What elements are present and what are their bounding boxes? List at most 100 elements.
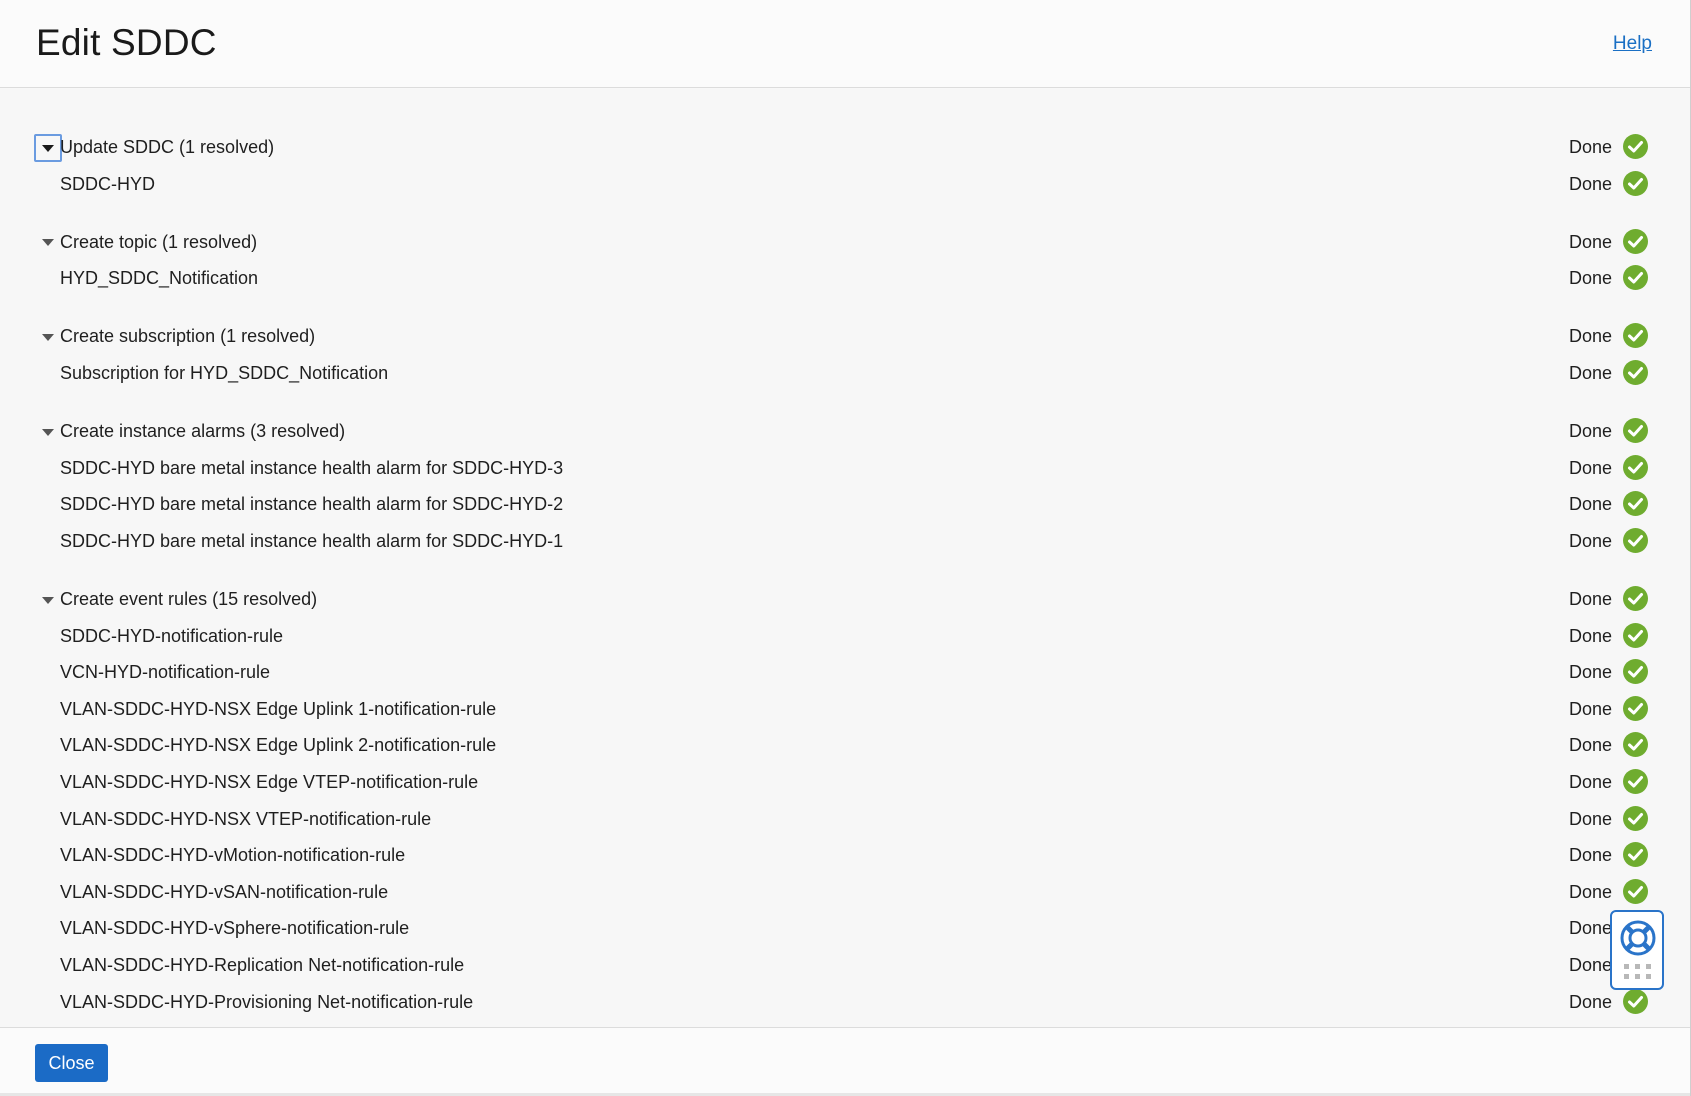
edit-sddc-dialog: Edit SDDC Help Update SDDC (1 resolved) D… bbox=[0, 0, 1691, 1096]
drag-grip-icon[interactable] bbox=[1624, 964, 1652, 980]
check-circle-icon bbox=[1623, 769, 1648, 794]
group-label: Create event rules (15 resolved) bbox=[60, 589, 318, 609]
status-text: Done bbox=[1568, 363, 1612, 383]
resource-label: VLAN-SDDC-HYD-NSX Edge Uplink 2-notifica… bbox=[60, 735, 497, 756]
resource-label: SDDC-HYD bare metal instance health alar… bbox=[60, 530, 564, 551]
resource-row: VCN-HYD-notification-rule Done bbox=[0, 654, 1690, 690]
status-text: Done bbox=[1568, 918, 1612, 939]
dialog-title: Edit SDDC bbox=[36, 22, 217, 63]
resource-row: VLAN-SDDC-HYD-NSX Edge Uplink 1-notifica… bbox=[0, 691, 1690, 727]
check-circle-icon bbox=[1623, 265, 1648, 291]
status-text: Done bbox=[1568, 589, 1612, 609]
resource-row: VLAN-SDDC-HYD-vSAN-notification-rule Done bbox=[0, 874, 1690, 910]
caret-down-icon bbox=[42, 428, 54, 436]
check-circle-icon bbox=[1623, 418, 1648, 444]
lifebuoy-icon bbox=[1620, 920, 1656, 956]
collapse-toggle[interactable] bbox=[34, 323, 62, 351]
group-label: Update SDDC (1 resolved) bbox=[60, 137, 275, 157]
caret-down-icon bbox=[42, 333, 54, 341]
status-text: Done bbox=[1568, 698, 1612, 719]
check-circle-icon bbox=[1623, 988, 1648, 1014]
status-text: Done bbox=[1568, 735, 1612, 756]
status-text: Done bbox=[1568, 494, 1612, 515]
group-label: Create instance alarms (3 resolved) bbox=[60, 421, 346, 442]
check-circle-icon bbox=[1623, 659, 1648, 685]
resource-label: SDDC-HYD bbox=[60, 173, 156, 194]
status-text: Done bbox=[1568, 421, 1612, 442]
resource-label: VLAN-SDDC-HYD-NSX Edge Uplink 1-notifica… bbox=[60, 698, 497, 719]
resource-row: VLAN-SDDC-HYD-vSphere-notification-rule D… bbox=[0, 910, 1690, 946]
status-text: Done bbox=[1568, 173, 1612, 194]
resource-label: VLAN-SDDC-HYD-vSphere-notification-rule bbox=[60, 918, 410, 939]
resource-row: VLAN-SDDC-HYD-Replication Net-notificati… bbox=[0, 947, 1690, 983]
resource-label: SDDC-HYD bare metal instance health alar… bbox=[60, 457, 564, 478]
check-circle-icon bbox=[1623, 732, 1648, 758]
dialog-header: Edit SDDC Help bbox=[0, 0, 1690, 88]
resource-label: VLAN-SDDC-HYD-vSAN-notification-rule bbox=[60, 881, 389, 902]
collapse-toggle[interactable] bbox=[34, 418, 62, 446]
group-header-row: Create topic (1 resolved) Done bbox=[0, 224, 1690, 260]
status-text: Done bbox=[1568, 881, 1612, 902]
collapse-toggle[interactable] bbox=[34, 229, 62, 257]
help-link[interactable]: Help bbox=[1613, 33, 1652, 55]
resource-label: VLAN-SDDC-HYD-Provisioning Net-notificat… bbox=[60, 991, 474, 1012]
status-text: Done bbox=[1568, 955, 1612, 975]
resource-label: SDDC-HYD-notification-rule bbox=[60, 625, 284, 646]
resource-row: VLAN-SDDC-HYD-vMotion-notification-rule D… bbox=[0, 837, 1690, 873]
caret-down-icon bbox=[42, 239, 54, 247]
resource-label: HYD_SDDC_Notification bbox=[60, 268, 259, 289]
dialog-body[interactable]: Update SDDC (1 resolved) Done SDDC-HYD Done… bbox=[0, 89, 1690, 1027]
resource-label: VLAN-SDDC-HYD-vMotion-notification-rule bbox=[60, 845, 406, 866]
status-text: Done bbox=[1568, 457, 1612, 478]
resource-row: SDDC-HYD Done bbox=[0, 166, 1690, 202]
status-text: Done bbox=[1568, 991, 1612, 1012]
check-circle-icon bbox=[1623, 878, 1648, 904]
check-circle-icon bbox=[1623, 228, 1648, 254]
status-text: Done bbox=[1568, 845, 1612, 866]
check-circle-icon bbox=[1623, 622, 1648, 648]
status-text: Done bbox=[1568, 231, 1612, 252]
resource-label: VLAN-SDDC-HYD-NSX VTEP-notification-rule bbox=[60, 808, 432, 829]
caret-down-icon bbox=[42, 596, 54, 604]
collapse-toggle[interactable] bbox=[34, 586, 62, 614]
check-circle-icon bbox=[1623, 454, 1648, 480]
resource-row: SDDC-HYD-notification-rule Done bbox=[0, 618, 1690, 654]
caret-down-icon bbox=[42, 144, 54, 152]
check-circle-icon bbox=[1623, 527, 1648, 553]
resource-row: HYD_SDDC_Notification Done bbox=[0, 260, 1690, 296]
status-text: Done bbox=[1568, 268, 1612, 289]
group-header-row: Create event rules (15 resolved) Done bbox=[0, 581, 1690, 617]
check-circle-icon bbox=[1623, 842, 1648, 868]
status-text: Done bbox=[1568, 808, 1612, 829]
resource-row: SDDC-HYD bare metal instance health alar… bbox=[0, 450, 1690, 486]
collapse-toggle[interactable] bbox=[34, 134, 62, 162]
resource-label: SDDC-HYD bare metal instance health alar… bbox=[60, 494, 564, 515]
status-text: Done bbox=[1568, 530, 1612, 551]
dialog-footer: Close bbox=[0, 1027, 1690, 1096]
resource-row: VLAN-SDDC-HYD-NSX VTEP-notification-rule… bbox=[0, 801, 1690, 837]
check-circle-icon bbox=[1623, 323, 1648, 349]
group-header-row: Create subscription (1 resolved) Done bbox=[0, 318, 1690, 354]
status-text: Done bbox=[1568, 625, 1612, 646]
resource-row: SDDC-HYD bare metal instance health alar… bbox=[0, 523, 1690, 559]
check-circle-icon bbox=[1623, 170, 1648, 196]
status-text: Done bbox=[1568, 137, 1612, 157]
resource-label: Subscription for HYD_SDDC_Notification bbox=[60, 363, 389, 383]
resource-label: VLAN-SDDC-HYD-NSX Edge VTEP-notification… bbox=[60, 772, 479, 792]
help-widget[interactable] bbox=[1610, 910, 1664, 990]
status-text: Done bbox=[1568, 326, 1612, 347]
resource-row: SDDC-HYD bare metal instance health alar… bbox=[0, 486, 1690, 522]
resource-row: VLAN-SDDC-HYD-Provisioning Net-notificat… bbox=[0, 984, 1690, 1020]
check-circle-icon bbox=[1623, 586, 1648, 611]
check-circle-icon bbox=[1623, 805, 1648, 831]
resource-label: VLAN-SDDC-HYD-Replication Net-notificati… bbox=[60, 955, 465, 975]
check-circle-icon bbox=[1623, 491, 1648, 517]
group-header-row: Create instance alarms (3 resolved) Done bbox=[0, 413, 1690, 449]
group-header-row: Update SDDC (1 resolved) Done bbox=[0, 129, 1690, 165]
status-text: Done bbox=[1568, 772, 1612, 792]
group-label: Create topic (1 resolved) bbox=[60, 231, 258, 252]
close-button[interactable]: Close bbox=[35, 1044, 108, 1082]
resource-row: Subscription for HYD_SDDC_Notification Do… bbox=[0, 355, 1690, 391]
resource-row: VLAN-SDDC-HYD-NSX Edge Uplink 2-notifica… bbox=[0, 727, 1690, 763]
check-circle-icon bbox=[1623, 360, 1648, 385]
